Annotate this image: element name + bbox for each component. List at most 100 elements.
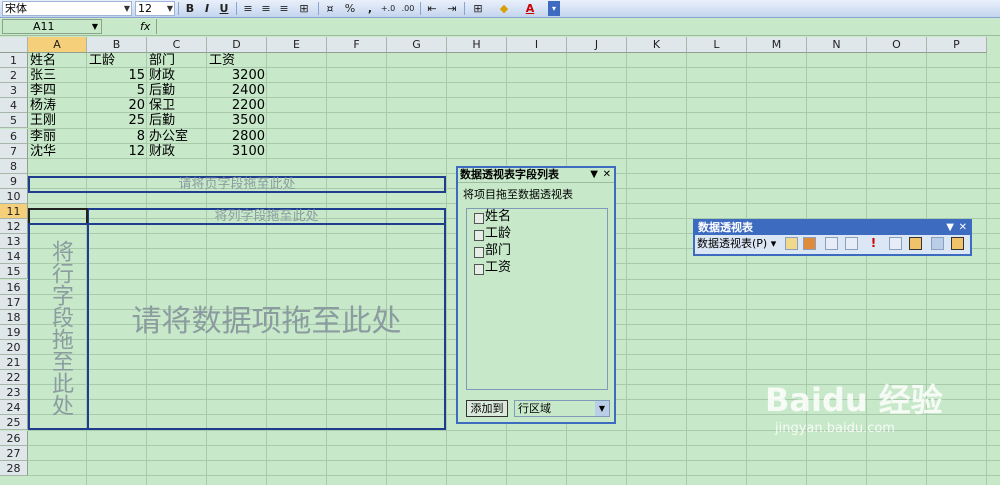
pivot-page-drop-zone[interactable]: 请将页字段拖至此处	[28, 176, 446, 193]
table-cell[interactable]: 后勤	[147, 113, 207, 129]
field-settings-icon[interactable]	[889, 237, 902, 250]
format-report-icon[interactable]	[785, 237, 798, 250]
merge-center-icon[interactable]: ⊞	[296, 1, 312, 16]
row-header-21[interactable]: 21	[0, 355, 28, 371]
pivot-row-drop-zone[interactable]: 将行字段拖至此处	[28, 223, 89, 430]
row-header-27[interactable]: 27	[0, 445, 28, 461]
toolbar-menu-icon[interactable]: ▼	[946, 221, 954, 234]
column-header-m[interactable]: M	[747, 37, 807, 53]
show-field-list-icon[interactable]	[909, 237, 922, 250]
row-header-2[interactable]: 2	[0, 68, 28, 84]
borders-icon[interactable]: ⊞	[470, 1, 486, 16]
fx-icon[interactable]: fx	[140, 20, 150, 33]
table-cell[interactable]: 20	[87, 98, 147, 114]
area-select[interactable]: 行区域 ▼	[514, 400, 610, 417]
table-cell[interactable]: 8	[87, 129, 147, 145]
toolbar-options-icon[interactable]: ▾	[548, 1, 560, 16]
row-header-15[interactable]: 15	[0, 264, 28, 280]
row-header-1[interactable]: 1	[0, 53, 28, 69]
percent-button[interactable]: %	[342, 1, 358, 16]
table-cell[interactable]: 3100	[207, 144, 267, 160]
table-cell[interactable]: 12	[87, 144, 147, 160]
row-header-12[interactable]: 12	[0, 219, 28, 235]
close-icon[interactable]: ✕	[959, 221, 967, 234]
field-item[interactable]: 姓名	[473, 209, 511, 225]
formula-input[interactable]	[156, 19, 998, 34]
table-cell[interactable]: 保卫	[147, 98, 207, 114]
row-header-13[interactable]: 13	[0, 234, 28, 250]
row-header-8[interactable]: 8	[0, 158, 28, 174]
column-header-b[interactable]: B	[87, 37, 147, 53]
table-cell[interactable]: 姓名	[28, 53, 87, 69]
underline-button[interactable]: U	[216, 1, 232, 16]
table-cell[interactable]: 2400	[207, 83, 267, 99]
pivot-data-drop-zone[interactable]: 请将数据项拖至此处	[87, 223, 446, 430]
font-size-select[interactable]: 12 ▼	[135, 1, 175, 16]
table-cell[interactable]: 部门	[147, 53, 207, 69]
always-display-items-icon[interactable]	[931, 237, 944, 250]
pivot-table-menu[interactable]: 数据透视表(P) ▾	[697, 237, 776, 251]
column-header-n[interactable]: N	[807, 37, 867, 53]
fill-color-icon[interactable]: ◆	[496, 1, 512, 16]
currency-icon[interactable]: ¤	[322, 1, 338, 16]
table-cell[interactable]: 财政	[147, 144, 207, 160]
bold-button[interactable]: B	[182, 1, 198, 16]
table-cell[interactable]: 李丽	[28, 129, 87, 145]
refresh-data-icon[interactable]: !	[867, 237, 880, 250]
hide-detail-icon[interactable]	[825, 237, 838, 250]
font-color-button[interactable]: A	[522, 1, 538, 16]
column-header-g[interactable]: G	[387, 37, 447, 53]
name-box[interactable]: A11 ▼	[2, 19, 102, 34]
row-header-6[interactable]: 6	[0, 128, 28, 144]
table-cell[interactable]: 25	[87, 113, 147, 129]
column-header-c[interactable]: C	[147, 37, 207, 53]
column-header-d[interactable]: D	[207, 37, 267, 53]
table-cell[interactable]: 3200	[207, 68, 267, 84]
column-header-f[interactable]: F	[327, 37, 387, 53]
decrease-decimal-icon[interactable]: .00	[400, 1, 416, 16]
table-cell[interactable]: 5	[87, 83, 147, 99]
column-header-h[interactable]: H	[447, 37, 507, 53]
table-cell[interactable]: 杨涛	[28, 98, 87, 114]
font-name-select[interactable]: 宋体 ▼	[2, 1, 132, 16]
row-header-24[interactable]: 24	[0, 400, 28, 416]
table-cell[interactable]: 后勤	[147, 83, 207, 99]
table-cell[interactable]: 张三	[28, 68, 87, 84]
column-header-l[interactable]: L	[687, 37, 747, 53]
align-left-icon[interactable]: ≡	[240, 1, 256, 16]
row-header-28[interactable]: 28	[0, 460, 28, 476]
row-header-17[interactable]: 17	[0, 294, 28, 310]
table-cell[interactable]: 工龄	[87, 53, 147, 69]
row-header-7[interactable]: 7	[0, 143, 28, 159]
row-header-18[interactable]: 18	[0, 309, 28, 325]
row-header-3[interactable]: 3	[0, 83, 28, 99]
increase-decimal-icon[interactable]: +.0	[380, 1, 396, 16]
increase-indent-icon[interactable]: ⇥	[444, 1, 460, 16]
row-header-19[interactable]: 19	[0, 324, 28, 340]
row-header-4[interactable]: 4	[0, 98, 28, 114]
field-item[interactable]: 部门	[473, 243, 511, 259]
row-header-14[interactable]: 14	[0, 249, 28, 265]
column-header-k[interactable]: K	[627, 37, 687, 53]
column-header-p[interactable]: P	[927, 37, 987, 53]
field-item[interactable]: 工龄	[473, 226, 511, 242]
table-cell[interactable]: 财政	[147, 68, 207, 84]
table-cell[interactable]: 办公室	[147, 129, 207, 145]
row-header-25[interactable]: 25	[0, 415, 28, 431]
add-to-button[interactable]: 添加到	[466, 400, 508, 417]
row-header-22[interactable]: 22	[0, 370, 28, 386]
row-header-23[interactable]: 23	[0, 385, 28, 401]
align-right-icon[interactable]: ≡	[276, 1, 292, 16]
align-center-icon[interactable]: ≡	[258, 1, 274, 16]
table-cell[interactable]: 3500	[207, 113, 267, 129]
column-header-o[interactable]: O	[867, 37, 927, 53]
row-header-26[interactable]: 26	[0, 430, 28, 446]
table-cell[interactable]: 沈华	[28, 144, 87, 160]
panel-menu-icon[interactable]: ▼	[590, 168, 598, 182]
table-cell[interactable]: 15	[87, 68, 147, 84]
table-cell[interactable]: 工资	[207, 53, 267, 69]
decrease-indent-icon[interactable]: ⇤	[424, 1, 440, 16]
row-header-9[interactable]: 9	[0, 173, 28, 189]
column-header-e[interactable]: E	[267, 37, 327, 53]
include-hidden-items-icon[interactable]	[951, 237, 964, 250]
